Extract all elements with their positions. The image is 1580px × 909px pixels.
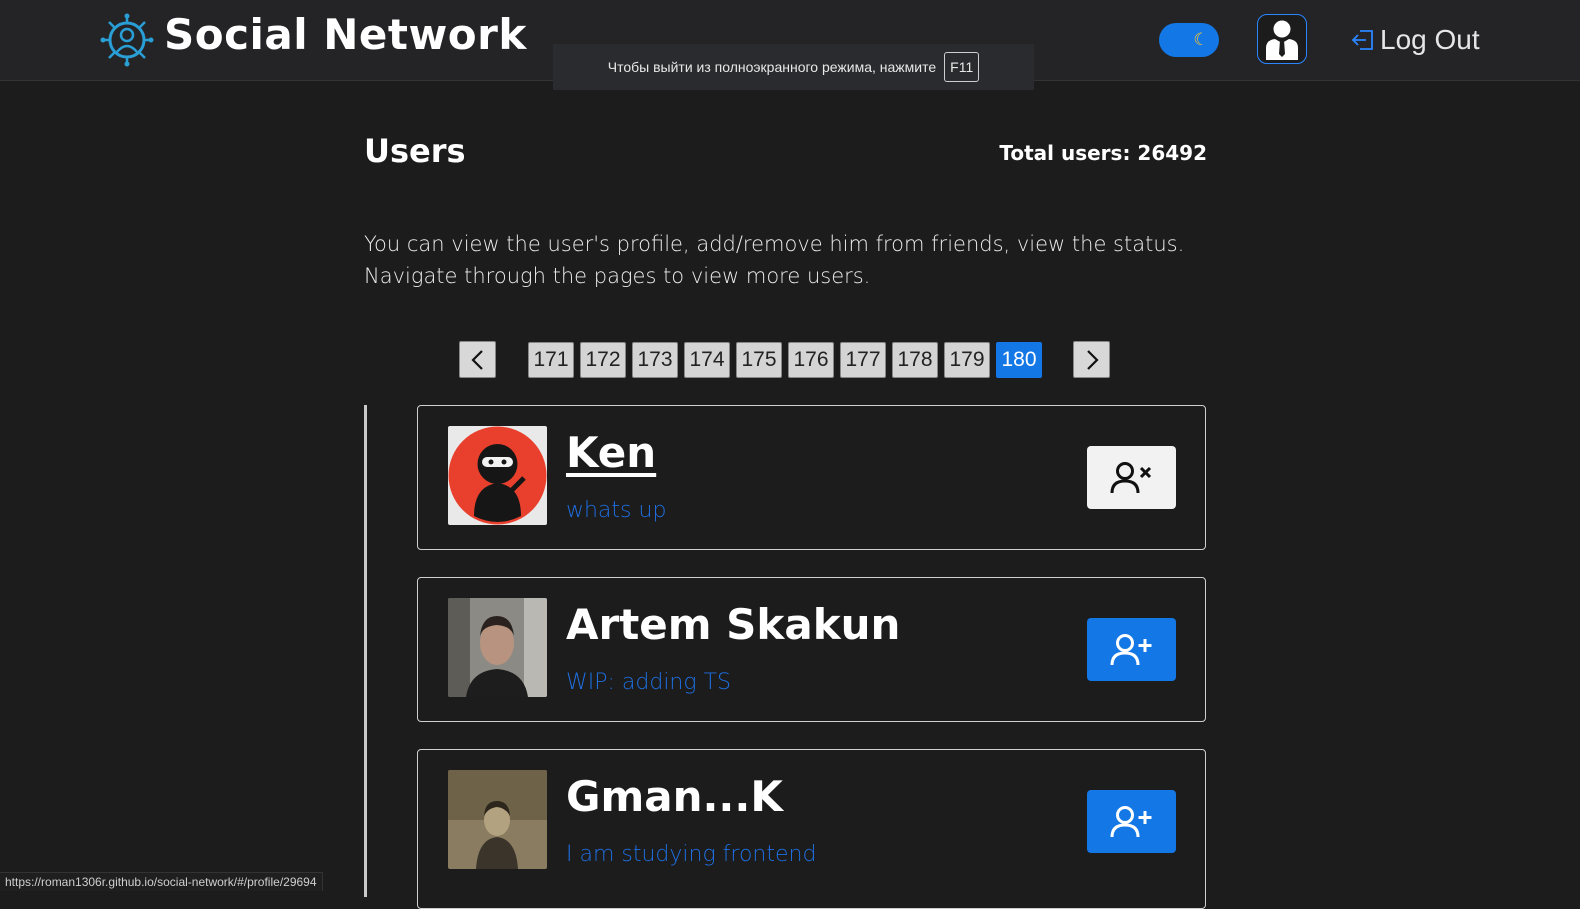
- page-button[interactable]: 176: [788, 342, 834, 378]
- fullscreen-hint-text: Чтобы выйти из полноэкранного режима, на…: [607, 59, 937, 75]
- page-button[interactable]: 177: [840, 342, 886, 378]
- avatar[interactable]: [448, 598, 547, 697]
- intro-line: Navigate through the pages to view more …: [364, 264, 871, 288]
- page-button[interactable]: 174: [684, 342, 730, 378]
- total-users-count: Total users: 26492: [999, 141, 1207, 165]
- chevron-left-icon: [470, 349, 483, 370]
- page-title: Users: [364, 132, 466, 170]
- intro-text: You can view the user's profile, add/rem…: [364, 228, 1224, 292]
- fullscreen-exit-hint: Чтобы выйти из полноэкранного режима, на…: [553, 44, 1034, 90]
- page-button[interactable]: 173: [632, 342, 678, 378]
- prev-page-button[interactable]: [459, 341, 496, 378]
- logout-icon: [1351, 30, 1373, 50]
- avatar[interactable]: [448, 770, 547, 869]
- browser-status-url: https://roman1306r.github.io/social-netw…: [0, 872, 323, 891]
- user-name-link[interactable]: Artem Skakun: [566, 600, 900, 649]
- logout-label: Log Out: [1380, 24, 1480, 55]
- intro-line: You can view the user's profile, add/rem…: [364, 232, 1185, 256]
- user-card: Artem Skakun WIP: adding TS: [417, 577, 1206, 722]
- moon-icon: ☾: [1193, 30, 1209, 50]
- remove-friend-button[interactable]: [1087, 446, 1176, 509]
- add-friend-icon: [1110, 805, 1151, 837]
- page-button-current[interactable]: 180: [996, 342, 1042, 378]
- page-button[interactable]: 171: [528, 342, 574, 378]
- add-friend-icon: [1110, 633, 1151, 665]
- user-status: whats up: [566, 498, 667, 523]
- network-logo-icon[interactable]: [100, 13, 154, 67]
- chevron-right-icon: [1086, 349, 1099, 370]
- app-title[interactable]: Social Network: [164, 10, 527, 59]
- add-friend-button[interactable]: [1087, 790, 1176, 853]
- user-status: WIP: adding TS: [566, 670, 731, 695]
- logout-button[interactable]: Log Out: [1350, 22, 1480, 58]
- fullscreen-hint-key: F11: [944, 52, 980, 82]
- add-friend-button[interactable]: [1087, 618, 1176, 681]
- user-name-link[interactable]: Gman...K: [566, 772, 783, 821]
- page-button[interactable]: 172: [580, 342, 626, 378]
- remove-friend-icon: [1110, 461, 1151, 493]
- page-button[interactable]: 178: [892, 342, 938, 378]
- next-page-button[interactable]: [1073, 341, 1110, 378]
- profile-button[interactable]: [1257, 14, 1307, 64]
- page-button[interactable]: 175: [736, 342, 782, 378]
- user-card: Gman...K I am studying frontend: [417, 749, 1206, 909]
- page-button[interactable]: 179: [944, 342, 990, 378]
- theme-toggle[interactable]: ☾: [1159, 23, 1219, 57]
- user-status: I am studying frontend: [566, 842, 817, 867]
- user-name-link[interactable]: Ken: [566, 428, 656, 477]
- avatar[interactable]: [448, 426, 547, 525]
- user-card: Ken whats up: [417, 405, 1206, 550]
- user-profile-icon: [1266, 20, 1298, 60]
- list-divider: [364, 405, 367, 897]
